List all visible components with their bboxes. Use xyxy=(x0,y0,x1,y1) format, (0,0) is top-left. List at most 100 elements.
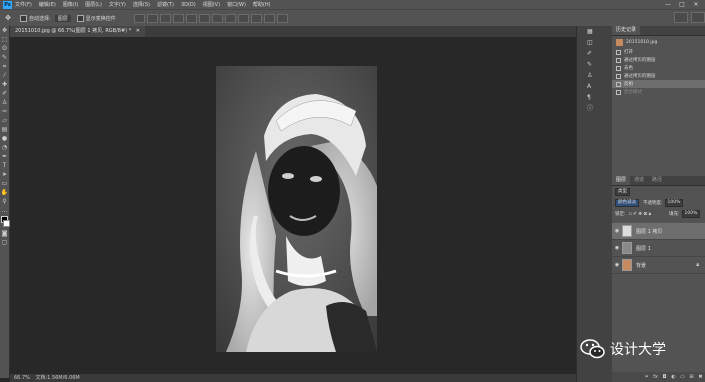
quick-select-tool-icon[interactable]: ✎ xyxy=(0,53,9,62)
menu-help[interactable]: 帮助(H) xyxy=(253,1,271,8)
more-tools-icon[interactable]: … xyxy=(0,206,9,215)
align-vcenter-button[interactable] xyxy=(146,13,158,23)
canvas-area[interactable] xyxy=(10,37,576,374)
distribute-vcenter-button[interactable] xyxy=(224,13,236,23)
screen-mode-icon[interactable]: ▢ xyxy=(0,238,9,247)
character-dock-icon[interactable]: A xyxy=(577,81,613,92)
layer-row-selected[interactable]: ◉ 图层 1 拷贝 xyxy=(612,223,705,240)
document-tab[interactable]: 20151010.jpg @ 66.7%(图层 1 拷贝, RGB/8#) * … xyxy=(10,26,145,37)
shape-tool-icon[interactable]: ▭ xyxy=(0,179,9,188)
tab-paths[interactable]: 路径 xyxy=(648,176,667,185)
distribute-hcenter-button[interactable] xyxy=(263,13,275,23)
properties-dock-icon[interactable]: ◫ xyxy=(577,37,613,48)
tab-history[interactable]: 历史记录 xyxy=(612,26,641,35)
maximize-button[interactable]: □ xyxy=(675,0,689,9)
opacity-input[interactable]: 100% xyxy=(664,198,684,207)
align-right-button[interactable] xyxy=(198,13,210,23)
blur-tool-icon[interactable]: ● xyxy=(0,134,9,143)
menu-select[interactable]: 选择(S) xyxy=(133,1,150,8)
add-mask-icon[interactable]: ◘ xyxy=(660,374,669,381)
lock-icons[interactable]: ▫ ✐ ✥ ⊠ 🔒︎ xyxy=(629,211,651,217)
new-layer-icon[interactable]: ⊞ xyxy=(687,374,696,381)
tab-channels[interactable]: 通道 xyxy=(630,176,649,185)
layer-row[interactable]: ◉ 背景 🔒︎ xyxy=(612,257,705,274)
menu-file[interactable]: 文件(F) xyxy=(15,1,32,8)
menu-layer[interactable]: 图层(L) xyxy=(85,1,102,8)
distribute-right-button[interactable] xyxy=(276,13,288,23)
history-dock-icon[interactable]: ▦ xyxy=(577,26,613,37)
distribute-top-button[interactable] xyxy=(211,13,223,23)
clone-stamp-tool-icon[interactable]: ♙ xyxy=(0,98,9,107)
tab-close-icon[interactable]: ✕ xyxy=(136,28,140,34)
align-bottom-button[interactable] xyxy=(159,13,171,23)
hand-tool-icon[interactable]: ✋ xyxy=(0,188,9,197)
workspace-switcher[interactable] xyxy=(691,12,705,23)
history-item[interactable]: 通过拷贝的图层 xyxy=(612,72,705,80)
history-item[interactable]: 去色 xyxy=(612,64,705,72)
layer-filter-dropdown[interactable]: 类型 xyxy=(615,187,630,196)
move-tool-icon[interactable]: ✥ xyxy=(2,13,14,23)
brush-tool-icon[interactable]: ✐ xyxy=(0,89,9,98)
close-button[interactable]: ✕ xyxy=(689,0,703,9)
path-select-tool-icon[interactable]: ➤ xyxy=(0,170,9,179)
visibility-eye-icon[interactable]: ◉ xyxy=(612,228,622,234)
eraser-tool-icon[interactable]: ▱ xyxy=(0,116,9,125)
eyedropper-tool-icon[interactable]: ⁄ xyxy=(0,71,9,80)
distribute-left-button[interactable] xyxy=(250,13,262,23)
lasso-tool-icon[interactable]: ʘ xyxy=(0,44,9,53)
gradient-tool-icon[interactable]: ▤ xyxy=(0,125,9,134)
zoom-tool-icon[interactable]: ⚲ xyxy=(0,197,9,206)
visibility-eye-icon[interactable]: ◉ xyxy=(612,262,622,268)
history-brush-tool-icon[interactable]: ✑ xyxy=(0,107,9,116)
auto-select-target-dropdown[interactable]: 图层 xyxy=(54,14,71,22)
menu-view[interactable]: 视图(V) xyxy=(203,1,220,8)
transform-controls-label: 显示变换控件 xyxy=(85,15,116,22)
auto-select-checkbox[interactable] xyxy=(20,14,27,22)
menu-3d[interactable]: 3D(D) xyxy=(181,2,196,8)
layer-style-icon[interactable]: fx xyxy=(651,374,660,381)
paragraph-dock-icon[interactable]: ¶ xyxy=(577,92,613,103)
move-tool-icon[interactable]: ✥ xyxy=(0,26,9,35)
search-button[interactable] xyxy=(674,12,688,23)
align-top-button[interactable] xyxy=(133,13,145,23)
tab-layers[interactable]: 图层 xyxy=(612,176,631,185)
dodge-tool-icon[interactable]: ◔ xyxy=(0,143,9,152)
menu-window[interactable]: 窗口(W) xyxy=(227,1,246,8)
menu-filter[interactable]: 滤镜(T) xyxy=(157,1,174,8)
align-hcenter-button[interactable] xyxy=(185,13,197,23)
type-tool-icon[interactable]: T xyxy=(0,161,9,170)
menu-image[interactable]: 图像(I) xyxy=(63,1,78,8)
color-swatches[interactable] xyxy=(0,215,10,229)
pen-tool-icon[interactable]: ✒ xyxy=(0,152,9,161)
history-item[interactable]: 通过拷贝的图层 xyxy=(612,56,705,64)
brush-presets-dock-icon[interactable]: ✎ xyxy=(577,59,613,70)
history-item[interactable]: 打开 xyxy=(612,48,705,56)
crop-tool-icon[interactable]: ⌗ xyxy=(0,62,9,71)
link-layers-icon[interactable]: ⚭ xyxy=(642,374,651,381)
blend-mode-dropdown[interactable]: 颜色减淡 xyxy=(615,198,639,207)
brush-dock-icon[interactable]: ✐ xyxy=(577,48,613,59)
fill-input[interactable]: 100% xyxy=(681,209,701,218)
healing-brush-tool-icon[interactable]: ✚ xyxy=(0,80,9,89)
menu-type[interactable]: 文字(Y) xyxy=(109,1,126,8)
new-group-icon[interactable]: ▭ xyxy=(678,374,687,381)
transform-controls-checkbox[interactable] xyxy=(76,14,84,22)
align-left-button[interactable] xyxy=(172,13,184,23)
menu-edit[interactable]: 编辑(E) xyxy=(39,1,56,8)
background-color-swatch[interactable] xyxy=(3,220,10,227)
history-item[interactable]: 混合模式 xyxy=(612,88,705,96)
clone-source-dock-icon[interactable]: ♙ xyxy=(577,70,613,81)
history-item-selected[interactable]: 反相 xyxy=(612,80,705,88)
marquee-tool-icon[interactable]: ⬚ xyxy=(0,35,9,44)
visibility-eye-icon[interactable]: ◉ xyxy=(612,245,622,251)
minimize-button[interactable]: — xyxy=(661,0,675,9)
canvas-image[interactable] xyxy=(216,66,377,352)
distribute-bottom-button[interactable] xyxy=(237,13,249,23)
quick-mask-icon[interactable]: ◙ xyxy=(0,229,9,238)
info-dock-icon[interactable]: ⓘ xyxy=(577,103,613,114)
history-snapshot[interactable]: 20151010.jpg xyxy=(612,36,705,48)
adjustment-layer-icon[interactable]: ◐ xyxy=(669,374,678,381)
layer-row[interactable]: ◉ 图层 1 xyxy=(612,240,705,257)
trash-icon[interactable]: ✖ xyxy=(696,374,705,381)
zoom-level[interactable]: 66.7% xyxy=(14,375,30,381)
